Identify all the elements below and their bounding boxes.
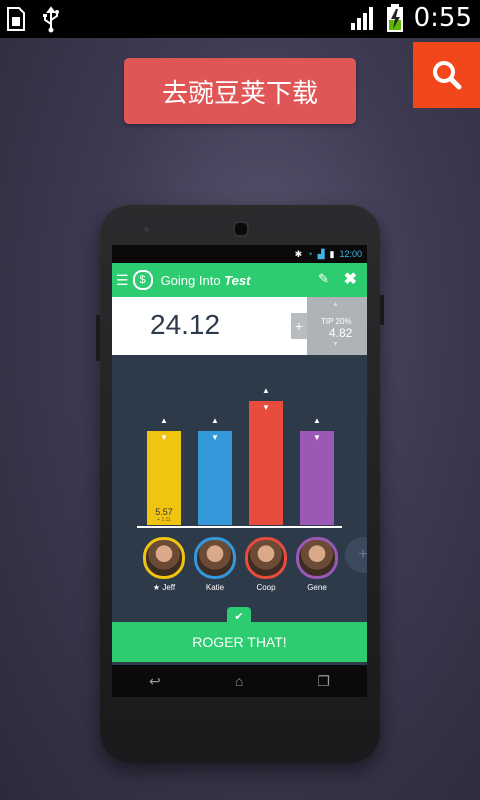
amount-row: 24.12 + ▲ TIP 20% 4.82 ▼ xyxy=(112,297,367,355)
battery-charging-icon xyxy=(386,4,403,32)
status-bar: 0:55 xyxy=(0,0,480,38)
bar-jeff[interactable]: ▲ ▼ 5.57 + 1.11 xyxy=(147,416,181,525)
add-person-button[interactable]: + xyxy=(345,537,367,573)
bar-value-label: 5.57 xyxy=(155,507,173,517)
bar-katie[interactable]: ▲ ▼ xyxy=(198,416,232,525)
search-icon xyxy=(432,61,461,90)
chevron-down-icon[interactable]: ▼ xyxy=(332,341,339,348)
edit-icon[interactable]: ✎ xyxy=(318,271,329,287)
app-bar: ☰ $ Going Into Test ✎ ✖ xyxy=(112,263,367,297)
bill-amount: 24.12 xyxy=(150,309,221,340)
phone-screen: ✱ ◔ ▟ ▮ 12:00 ☰ $ Going Into Test ✎ ✖ 24… xyxy=(112,245,367,697)
roger-that-button[interactable]: ROGER THAT! xyxy=(112,622,367,662)
close-icon[interactable]: ✖ xyxy=(344,269,357,289)
volume-button xyxy=(96,315,100,361)
front-camera xyxy=(233,221,249,237)
people-list: + ★ Jeff Katie Coop Gene xyxy=(112,537,367,597)
amount-field[interactable]: 24.12 + xyxy=(112,297,307,355)
signal-icon xyxy=(350,7,373,30)
sensor xyxy=(144,227,149,232)
split-chart: ▲ ▼ 5.57 + 1.11 ▲ ▼ ▲ ▼ ▲ ▼ xyxy=(112,355,367,525)
search-button[interactable] xyxy=(413,42,480,108)
power-button xyxy=(380,295,384,325)
signal-icon: ▟ xyxy=(317,248,325,259)
chevron-up-icon[interactable]: ▲ xyxy=(332,301,339,308)
phone-status-bar: ✱ ◔ ▟ ▮ 12:00 xyxy=(112,245,367,263)
battery-icon: ▮ xyxy=(329,248,335,259)
download-button[interactable]: 去豌豆荚下载 xyxy=(124,58,356,124)
phone-mockup: ✱ ◔ ▟ ▮ 12:00 ☰ $ Going Into Test ✎ ✖ 24… xyxy=(96,205,384,763)
app-title: Going Into Test xyxy=(160,272,251,288)
tip-value: 4.82 xyxy=(329,326,353,340)
decrease-icon[interactable]: ▼ xyxy=(160,433,168,442)
tip-label: TIP 20% xyxy=(321,317,352,326)
avatar[interactable] xyxy=(296,537,338,579)
sim-icon xyxy=(7,7,25,31)
status-time: 0:55 xyxy=(413,3,472,33)
usb-icon xyxy=(43,6,59,33)
avatar[interactable] xyxy=(194,537,236,579)
avatar[interactable] xyxy=(143,537,185,579)
increase-icon[interactable]: ▲ xyxy=(262,386,270,395)
avatar[interactable] xyxy=(245,537,287,579)
menu-icon[interactable]: ☰ xyxy=(116,272,129,289)
recents-icon[interactable]: ❐ xyxy=(317,673,330,690)
bar-sub-label: + 1.11 xyxy=(157,517,171,523)
wifi-icon: ◔ xyxy=(307,249,313,259)
bar-coop[interactable]: ▲ ▼ xyxy=(249,386,283,525)
decrease-icon[interactable]: ▼ xyxy=(262,403,270,412)
bar-gene[interactable]: ▲ ▼ xyxy=(300,416,334,525)
chart-baseline xyxy=(137,526,342,528)
phone-status-time: 12:00 xyxy=(339,249,362,259)
person-name: Gene xyxy=(307,583,327,592)
decrease-icon[interactable]: ▼ xyxy=(313,433,321,442)
increase-icon[interactable]: ▲ xyxy=(313,416,321,425)
dollar-coin-icon: $ xyxy=(132,270,153,290)
bluetooth-icon: ✱ xyxy=(294,248,303,259)
add-button[interactable]: + xyxy=(291,313,307,339)
phone-nav-bar: ↩ ⌂ ❐ xyxy=(112,665,367,697)
decrease-icon[interactable]: ▼ xyxy=(211,433,219,442)
increase-icon[interactable]: ▲ xyxy=(160,416,168,425)
tip-selector[interactable]: ▲ TIP 20% 4.82 ▼ xyxy=(307,297,367,355)
home-icon[interactable]: ⌂ xyxy=(235,673,243,689)
increase-icon[interactable]: ▲ xyxy=(211,416,219,425)
back-icon[interactable]: ↩ xyxy=(149,673,161,690)
